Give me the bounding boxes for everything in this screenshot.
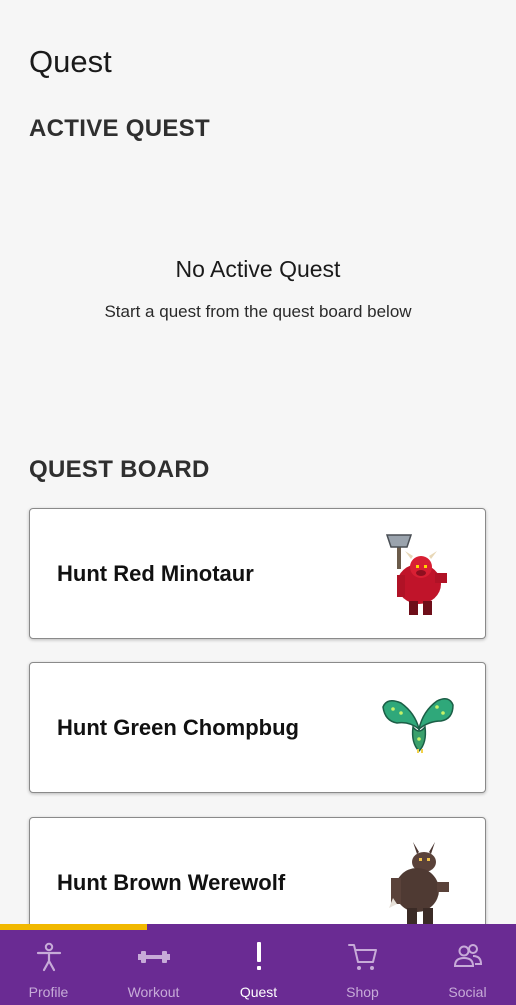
active-quest-heading: ACTIVE QUEST — [29, 115, 210, 142]
no-active-quest-subtitle: Start a quest from the quest board below — [104, 302, 412, 321]
nav-item-quest[interactable]: Quest — [207, 924, 310, 1005]
bottom-navigation: Profile Workout Quest Shop Social — [0, 924, 516, 1005]
nav-label-quest: Quest — [239, 984, 278, 1000]
quest-card-red-minotaur[interactable]: Hunt Red Minotaur — [29, 508, 486, 639]
nav-label-social: Social — [448, 984, 487, 1000]
quest-card-label: Hunt Red Minotaur — [57, 560, 254, 586]
nav-label-shop: Shop — [346, 984, 379, 1000]
no-active-quest-title: No Active Quest — [175, 256, 341, 282]
green-chompbug-icon — [382, 697, 454, 753]
quest-card-label: Hunt Brown Werewolf — [57, 869, 286, 895]
cart-icon — [347, 944, 377, 970]
dumbbell-icon — [137, 951, 170, 963]
nav-item-shop[interactable]: Shop — [311, 924, 414, 1005]
nav-label-workout: Workout — [127, 984, 180, 1000]
people-icon — [453, 944, 482, 967]
brown-werewolf-icon — [389, 841, 449, 924]
exclamation-icon — [256, 942, 261, 970]
quest-card-green-chompbug[interactable]: Hunt Green Chompbug — [29, 662, 486, 793]
nav-label-profile: Profile — [28, 984, 69, 1000]
nav-item-social[interactable]: Social — [416, 924, 516, 1005]
nav-item-workout[interactable]: Workout — [102, 924, 205, 1005]
person-icon — [36, 942, 61, 972]
quest-card-label: Hunt Green Chompbug — [57, 714, 299, 740]
page-title: Quest — [29, 44, 112, 79]
quest-board-heading: QUEST BOARD — [29, 456, 210, 483]
red-minotaur-icon — [385, 533, 447, 615]
nav-item-profile[interactable]: Profile — [0, 924, 100, 1005]
